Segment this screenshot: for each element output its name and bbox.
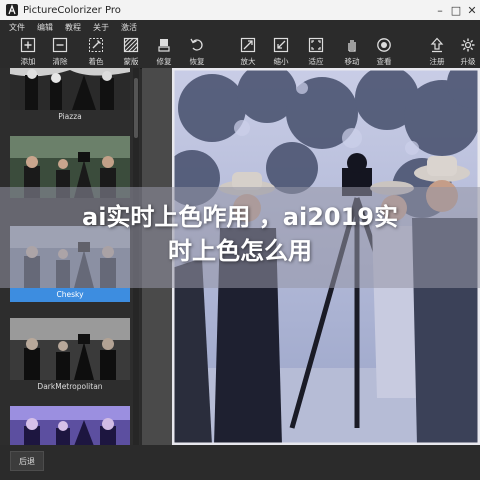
view-label: 查看	[376, 57, 392, 66]
colorize-icon	[89, 38, 103, 52]
preset-thumbnail	[10, 68, 130, 110]
repair-button[interactable]: 修复	[148, 35, 180, 67]
move-hand-icon	[348, 40, 356, 52]
maximize-icon[interactable]: □	[448, 4, 464, 17]
register-icon	[430, 37, 444, 53]
fit-button[interactable]: 适应	[300, 35, 332, 67]
preset-label: DarkMetropolitan	[37, 382, 103, 391]
bottom-bar: 后退	[0, 445, 480, 480]
upgrade-button[interactable]: 升级	[452, 35, 480, 67]
restore-button[interactable]: 恢复	[181, 35, 213, 67]
zoom-in-icon	[240, 37, 256, 53]
title-bar: PictureColorizer Pro – □ ✕	[0, 0, 480, 20]
menu-bar: 文件 编辑 教程 关于 激活	[0, 20, 480, 34]
menu-activate[interactable]: 激活	[121, 22, 137, 33]
preset-piazza[interactable]: Piazza	[10, 68, 130, 124]
menu-file[interactable]: 文件	[9, 22, 25, 33]
move-label: 移动	[344, 57, 360, 66]
clear-button[interactable]: 清除	[44, 35, 76, 67]
preset-item[interactable]	[10, 406, 130, 445]
clear-label: 清除	[52, 57, 68, 66]
register-button[interactable]: 注册	[421, 35, 453, 67]
restore-label: 恢复	[189, 57, 205, 66]
restore-icon	[190, 38, 203, 51]
window-title: PictureColorizer Pro	[23, 4, 121, 16]
menu-about[interactable]: 关于	[93, 22, 109, 33]
view-icon	[377, 38, 391, 52]
register-label: 注册	[429, 57, 445, 66]
zoom-in-label: 放大	[240, 57, 256, 66]
mask-icon	[123, 37, 139, 53]
back-button[interactable]: 后退	[10, 451, 44, 471]
repair-icon	[158, 39, 170, 52]
toolbar: 添加 清除 着色 蒙版 修复 恢复 放大 缩小 适应 移动 查看 注册 升级	[0, 34, 480, 69]
view-button[interactable]: 查看	[368, 35, 400, 67]
caption-line-1: ai实时上色咋用 ，ai2019实	[82, 203, 398, 231]
zoom-out-icon	[273, 37, 289, 53]
scrollbar-thumb[interactable]	[134, 78, 138, 138]
zoom-out-label: 缩小	[273, 57, 289, 66]
close-icon[interactable]: ✕	[464, 4, 480, 17]
minimize-icon[interactable]: –	[432, 4, 448, 17]
fit-label: 适应	[308, 57, 324, 66]
preset-thumbnail	[10, 318, 130, 380]
fit-icon	[308, 37, 324, 53]
preset-thumbnail	[10, 406, 130, 445]
menu-tutorial[interactable]: 教程	[65, 22, 81, 33]
clear-icon	[52, 37, 68, 53]
preset-darkmetropolitan[interactable]: DarkMetropolitan	[10, 318, 130, 394]
colorize-label: 着色	[88, 57, 104, 66]
mask-label: 蒙版	[123, 57, 139, 66]
app-logo-icon	[6, 4, 18, 16]
add-button[interactable]: 添加	[12, 35, 44, 67]
upgrade-label: 升级	[460, 57, 476, 66]
add-label: 添加	[20, 57, 36, 66]
move-button[interactable]: 移动	[336, 35, 368, 67]
preset-label: Piazza	[58, 112, 82, 121]
zoom-in-button[interactable]: 放大	[232, 35, 264, 67]
zoom-out-button[interactable]: 缩小	[265, 35, 297, 67]
colorize-button[interactable]: 着色	[80, 35, 112, 67]
repair-label: 修复	[156, 57, 172, 66]
mask-button[interactable]: 蒙版	[115, 35, 147, 67]
caption-line-2: 时上色怎么用	[168, 237, 312, 265]
add-icon	[20, 37, 36, 53]
menu-edit[interactable]: 编辑	[37, 22, 53, 33]
upgrade-icon	[461, 38, 475, 52]
caption-text: ai实时上色咋用 ，ai2019实 时上色怎么用	[0, 200, 480, 268]
preset-label: Chesky	[56, 290, 84, 299]
